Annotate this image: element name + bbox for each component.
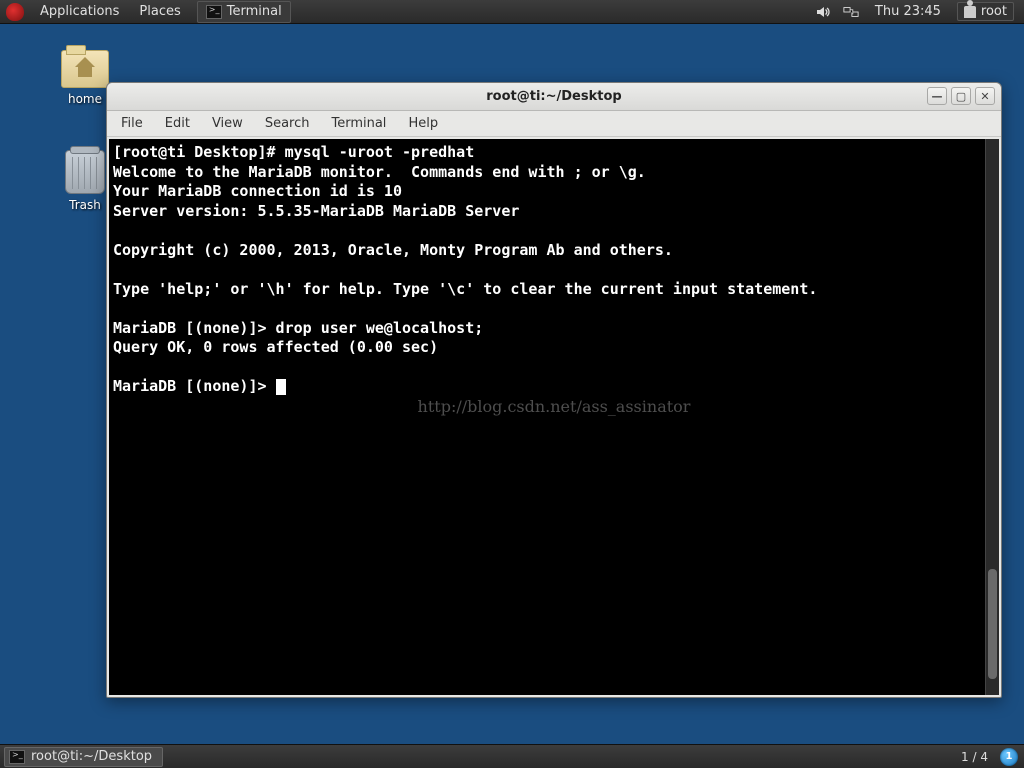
user-label: root bbox=[981, 4, 1007, 19]
terminal-viewport[interactable]: [root@ti Desktop]# mysql -uroot -predhat… bbox=[109, 139, 999, 695]
volume-icon[interactable] bbox=[815, 4, 831, 20]
menu-edit[interactable]: Edit bbox=[155, 113, 200, 134]
workspace-indicator[interactable]: 1 bbox=[1000, 748, 1018, 766]
places-menu[interactable]: Places bbox=[129, 0, 190, 24]
distro-logo-icon[interactable] bbox=[6, 3, 24, 21]
terminal-window: root@ti:~/Desktop — ▢ ✕ File Edit View S… bbox=[106, 82, 1002, 698]
taskbar-item-terminal[interactable]: root@ti:~/Desktop bbox=[4, 747, 163, 767]
close-button[interactable]: ✕ bbox=[975, 87, 995, 105]
user-icon bbox=[964, 6, 976, 18]
menu-terminal[interactable]: Terminal bbox=[321, 113, 396, 134]
window-title: root@ti:~/Desktop bbox=[486, 89, 621, 104]
menu-search[interactable]: Search bbox=[255, 113, 320, 134]
top-task-label: Terminal bbox=[227, 4, 282, 19]
applications-menu[interactable]: Applications bbox=[30, 0, 129, 24]
network-icon[interactable] bbox=[843, 4, 859, 20]
taskbar-item-label: root@ti:~/Desktop bbox=[31, 749, 152, 764]
menu-file[interactable]: File bbox=[111, 113, 153, 134]
top-panel: Applications Places Terminal Thu 23:45 r… bbox=[0, 0, 1024, 24]
menu-view[interactable]: View bbox=[202, 113, 253, 134]
trash-icon bbox=[65, 150, 105, 194]
clock[interactable]: Thu 23:45 bbox=[871, 4, 945, 19]
terminal-scrollbar[interactable] bbox=[985, 139, 999, 695]
terminal-icon bbox=[206, 5, 222, 19]
terminal-menubar: File Edit View Search Terminal Help bbox=[107, 111, 1001, 137]
terminal-icon bbox=[9, 750, 25, 764]
top-task-terminal[interactable]: Terminal bbox=[197, 1, 291, 23]
terminal-output[interactable]: [root@ti Desktop]# mysql -uroot -predhat… bbox=[109, 139, 999, 401]
user-menu[interactable]: root bbox=[957, 2, 1014, 21]
menu-help[interactable]: Help bbox=[398, 113, 448, 134]
bottom-panel: root@ti:~/Desktop 1 / 4 1 bbox=[0, 744, 1024, 768]
scrollbar-thumb[interactable] bbox=[988, 569, 997, 679]
home-folder-icon bbox=[61, 50, 109, 88]
window-titlebar[interactable]: root@ti:~/Desktop — ▢ ✕ bbox=[107, 83, 1001, 111]
system-tray: Thu 23:45 root bbox=[815, 2, 1024, 21]
minimize-button[interactable]: — bbox=[927, 87, 947, 105]
workspace-label: 1 / 4 bbox=[951, 750, 998, 764]
maximize-button[interactable]: ▢ bbox=[951, 87, 971, 105]
terminal-cursor bbox=[276, 379, 286, 395]
